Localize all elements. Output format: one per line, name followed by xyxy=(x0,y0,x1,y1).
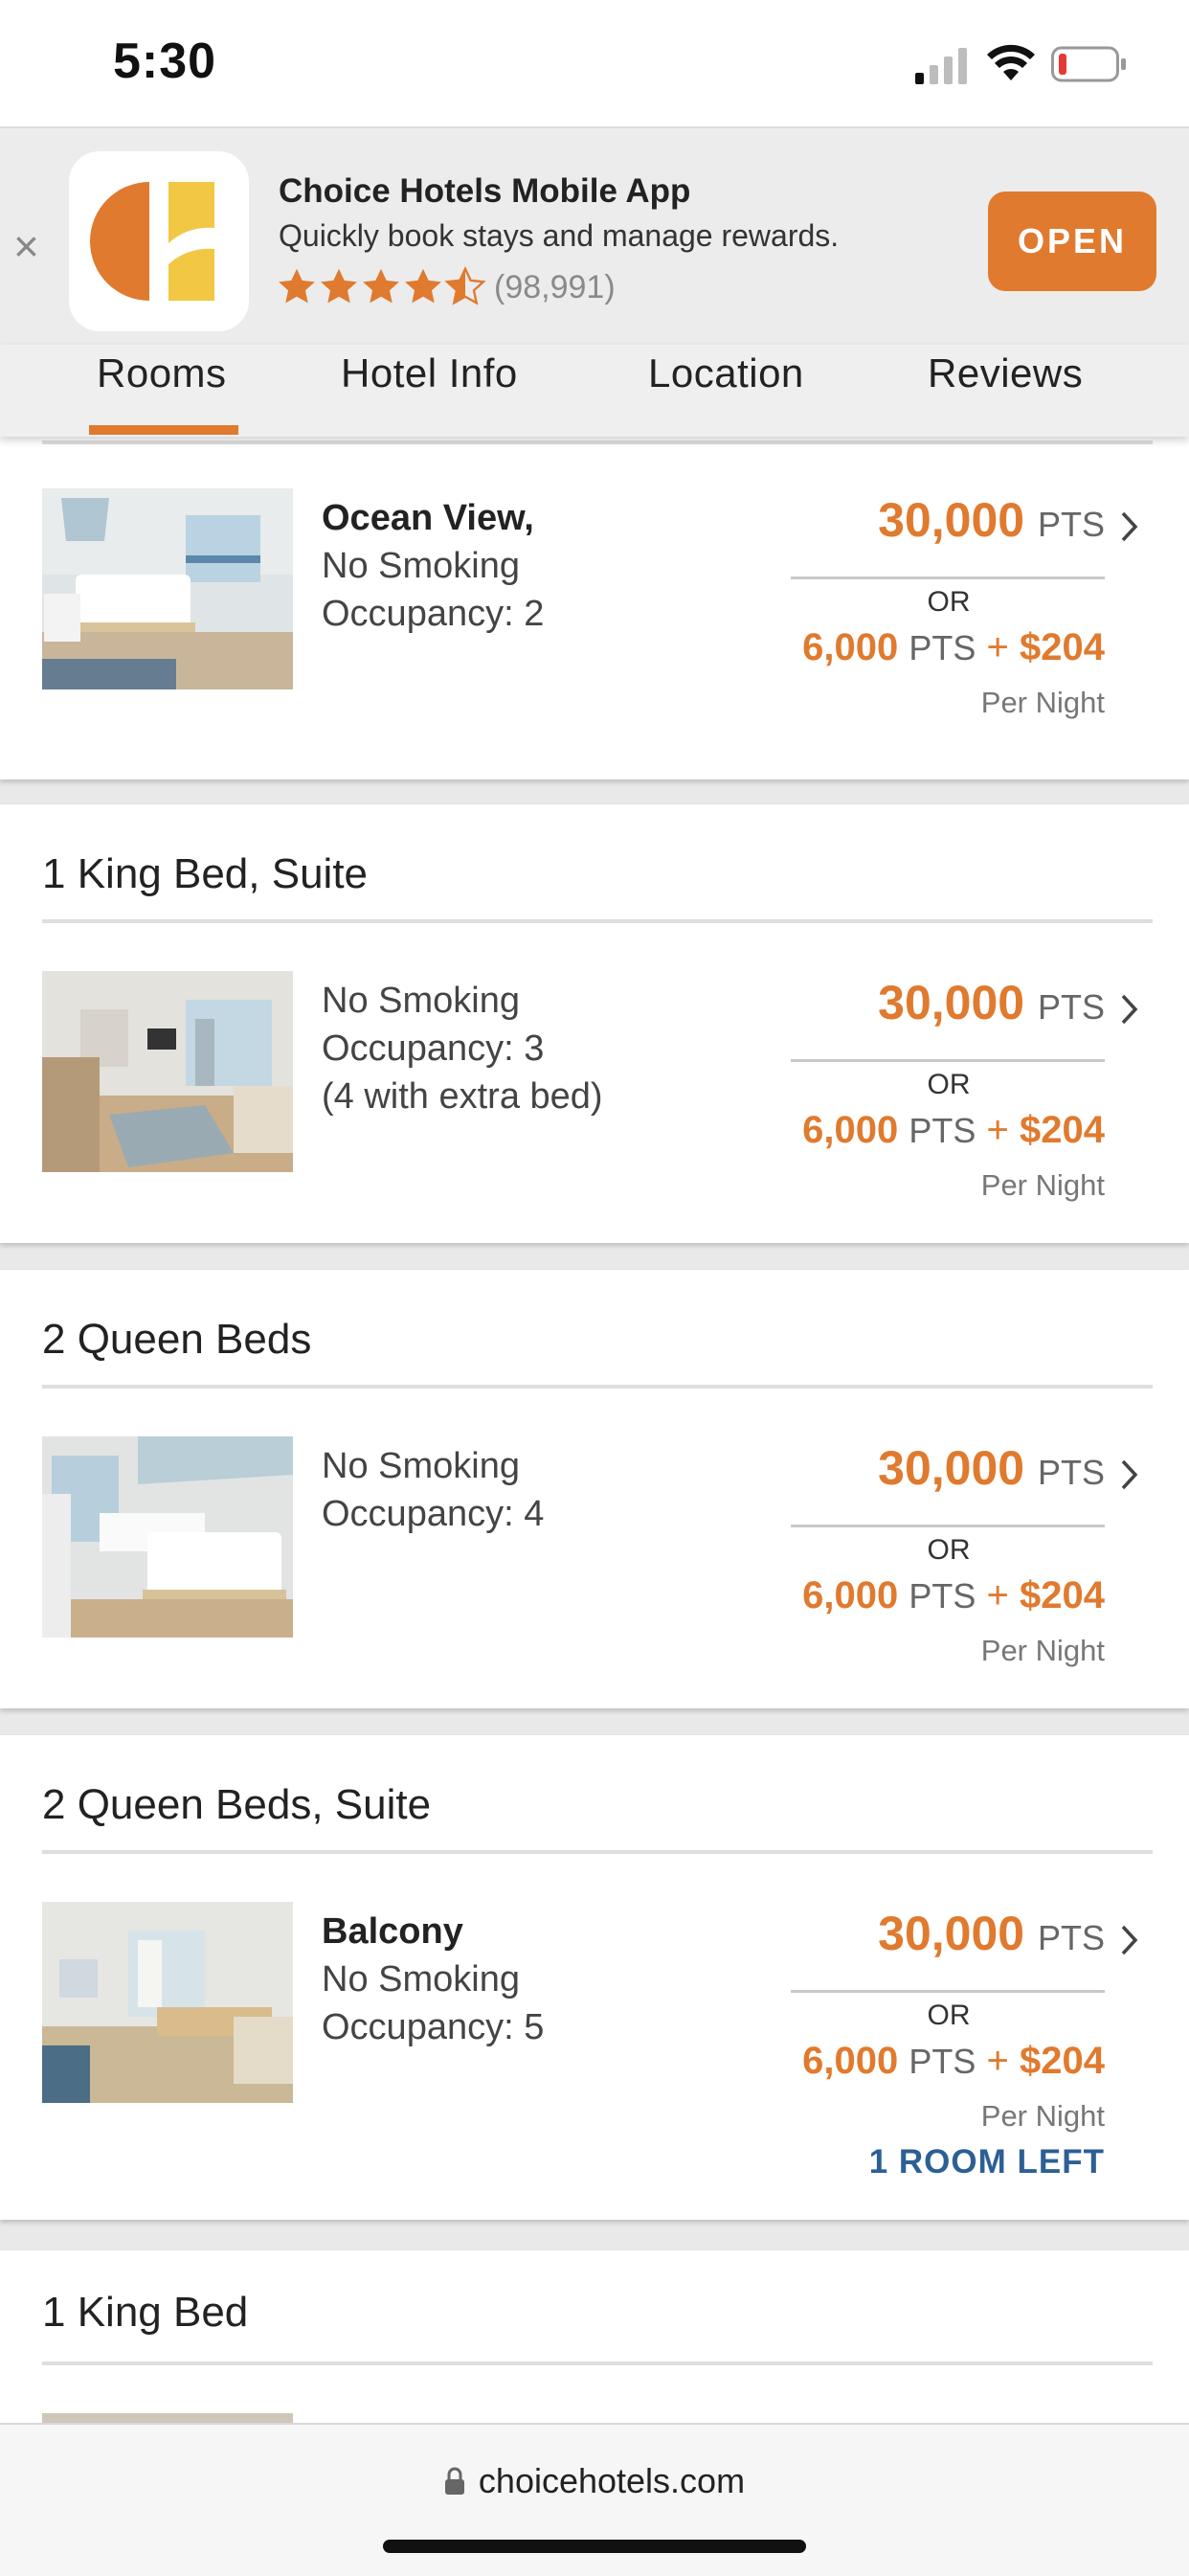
tab-location[interactable]: Location xyxy=(648,345,804,437)
room-feature: (4 with extra bed) xyxy=(322,1076,603,1117)
room-feature: Occupancy: 2 xyxy=(322,594,545,634)
points-price: 30,000 PTS xyxy=(878,976,1105,1029)
banner-close-button[interactable]: × xyxy=(13,224,39,268)
chevron-right-icon[interactable] xyxy=(1118,992,1141,1027)
room-photo[interactable] xyxy=(42,2413,293,2423)
card-divider xyxy=(42,1850,1153,1854)
star-full-icon xyxy=(321,268,357,304)
choice-hotels-app-icon xyxy=(69,151,249,331)
room-feature: Occupancy: 3 xyxy=(322,1028,545,1069)
points-price: 30,000 PTS xyxy=(878,493,1105,547)
points-plus-cash-price: 6,000 PTS + $204 xyxy=(802,2040,1105,2082)
tab-rooms[interactable]: Rooms xyxy=(97,345,227,437)
or-label: OR xyxy=(915,1069,982,1101)
open-app-button[interactable]: OPEN xyxy=(988,192,1156,291)
card-divider xyxy=(42,919,1153,923)
star-full-icon xyxy=(363,268,399,304)
chevron-right-icon[interactable] xyxy=(1118,509,1141,544)
card-divider xyxy=(42,2361,1153,2365)
room-feature: Balcony xyxy=(322,1911,463,1952)
room-title: 2 Queen Beds, Suite xyxy=(42,1781,432,1828)
per-night-label: Per Night xyxy=(980,1634,1105,1667)
room-card[interactable]: 1 King Bed xyxy=(0,2250,1189,2423)
lock-icon xyxy=(444,2467,464,2495)
room-feature: No Smoking xyxy=(322,981,520,1021)
active-tab-indicator xyxy=(89,425,238,435)
per-night-label: Per Night xyxy=(980,686,1105,719)
app-description: Quickly book stays and manage rewards. xyxy=(279,218,840,253)
smart-app-banner: × Choice Hotels Mobile App Quickly book … xyxy=(0,126,1189,347)
home-indicator[interactable] xyxy=(383,2540,806,2553)
chevron-right-icon[interactable] xyxy=(1118,1457,1141,1492)
wifi-icon xyxy=(987,44,1035,80)
room-card[interactable]: 1 King Bed, Suite No Smoking Occupancy: … xyxy=(0,804,1189,1243)
per-night-label: Per Night xyxy=(980,1168,1105,1202)
room-card[interactable]: Ocean View, No Smoking Occupancy: 2 30,0… xyxy=(0,437,1189,780)
card-divider xyxy=(42,1385,1153,1389)
star-half-icon xyxy=(444,266,486,305)
or-label: OR xyxy=(915,2000,982,2032)
room-feature: Occupancy: 5 xyxy=(322,2007,545,2047)
star-full-icon xyxy=(279,268,315,304)
star-full-icon xyxy=(405,268,441,304)
points-plus-cash-price: 6,000 PTS + $204 xyxy=(802,1574,1105,1616)
room-title: 1 King Bed, Suite xyxy=(42,850,369,897)
room-feature: Occupancy: 4 xyxy=(322,1494,545,1534)
battery-low-icon xyxy=(1051,46,1126,82)
room-photo[interactable] xyxy=(42,971,293,1172)
rating-count: (98,991) xyxy=(494,268,616,305)
room-list: Ocean View, No Smoking Occupancy: 2 30,0… xyxy=(0,437,1189,2423)
app-rating: (98,991) xyxy=(276,264,616,310)
room-feature: No Smoking xyxy=(322,1959,520,2000)
tab-reviews[interactable]: Reviews xyxy=(928,345,1083,437)
or-label: OR xyxy=(915,1534,982,1567)
room-feature: No Smoking xyxy=(322,1446,520,1486)
status-bar: 5:30 xyxy=(0,0,1189,126)
points-price: 30,000 PTS xyxy=(878,1441,1105,1495)
app-name: Choice Hotels Mobile App xyxy=(279,172,691,210)
room-photo[interactable] xyxy=(42,488,293,689)
browser-toolbar: choicehotels.com xyxy=(0,2423,1189,2576)
or-divider xyxy=(791,1990,1105,1993)
cellular-signal-icon xyxy=(915,48,967,84)
room-card[interactable]: 2 Queen Beds, Suite Balcony No Smoking O… xyxy=(0,1735,1189,2220)
or-divider xyxy=(791,1525,1105,1527)
or-label: OR xyxy=(915,586,982,619)
rooms-left-badge: 1 ROOM LEFT xyxy=(868,2143,1105,2181)
or-divider xyxy=(791,576,1105,579)
hotel-tab-bar: Rooms Hotel Info Location Reviews xyxy=(0,345,1189,437)
points-plus-cash-price: 6,000 PTS + $204 xyxy=(802,626,1105,668)
or-divider xyxy=(791,1059,1105,1062)
tab-hotel-info[interactable]: Hotel Info xyxy=(341,345,518,437)
points-price: 30,000 PTS xyxy=(878,1907,1105,1960)
card-divider xyxy=(42,441,1153,444)
room-feature: Ocean View, xyxy=(322,498,534,538)
room-photo[interactable] xyxy=(42,1902,293,2103)
room-card[interactable]: 2 Queen Beds No Smoking Occupancy: 4 30,… xyxy=(0,1270,1189,1708)
status-time: 5:30 xyxy=(113,34,217,89)
room-feature: No Smoking xyxy=(322,546,520,586)
room-title: 2 Queen Beds xyxy=(42,1316,312,1363)
url-text: choicehotels.com xyxy=(478,2461,746,2500)
address-bar[interactable]: choicehotels.com xyxy=(0,2461,1189,2501)
chevron-right-icon[interactable] xyxy=(1118,1923,1141,1957)
per-night-label: Per Night xyxy=(980,2099,1105,2133)
room-title: 1 King Bed xyxy=(42,2289,249,2336)
points-plus-cash-price: 6,000 PTS + $204 xyxy=(802,1109,1105,1151)
room-photo[interactable] xyxy=(42,1436,293,1638)
